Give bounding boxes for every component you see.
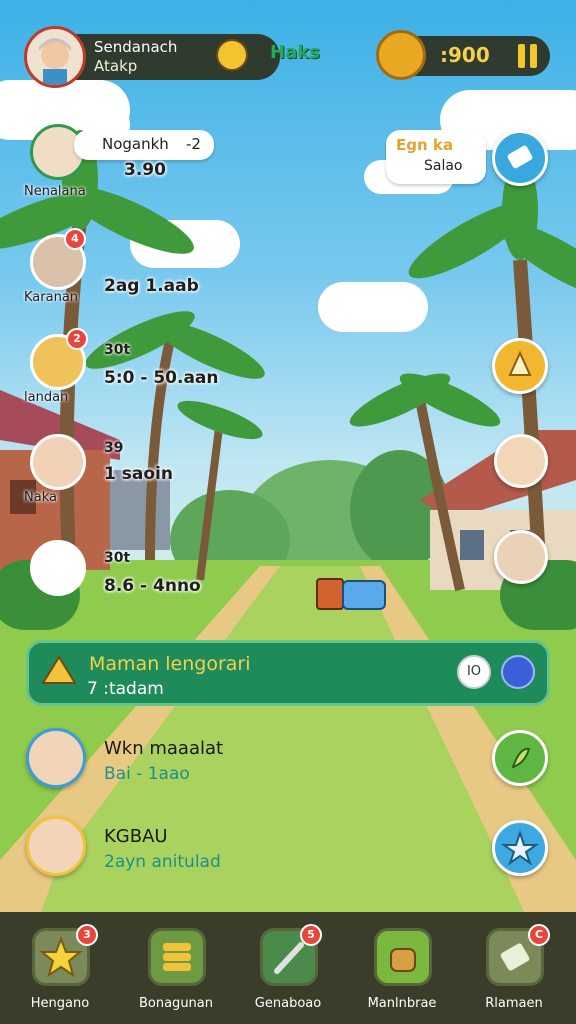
nav-label: Manlnbrae bbox=[367, 996, 437, 1011]
bell-button[interactable] bbox=[492, 338, 548, 394]
player-card: Nogankh -2 bbox=[74, 130, 214, 160]
notification-badge: 3 bbox=[76, 924, 98, 946]
friend-sub: Bai - 1aao bbox=[104, 764, 190, 784]
player-score: 3.90 bbox=[124, 160, 166, 180]
player-entry[interactable]: Nogankh -2 3.90 Nenalana bbox=[24, 124, 254, 204]
profile-avatar[interactable] bbox=[24, 26, 86, 88]
nav-item-genaboao[interactable]: 5 Genaboao bbox=[238, 924, 338, 1020]
bell-icon bbox=[508, 350, 532, 376]
supply-cart[interactable] bbox=[316, 572, 388, 612]
quest-title: Maman lengorari bbox=[89, 653, 251, 675]
favorite-button[interactable] bbox=[492, 820, 548, 876]
coins-icon bbox=[148, 928, 206, 986]
player-score: 2ag 1.aab bbox=[104, 276, 199, 296]
player-score: 5:0 - 50.aan bbox=[104, 368, 219, 388]
nav-label: Hengano bbox=[30, 996, 90, 1011]
quest-subtitle: 7 :tadam bbox=[87, 679, 164, 699]
face-icon[interactable] bbox=[216, 39, 248, 71]
friend-name: KGBAU bbox=[104, 826, 168, 847]
neighbor-avatar[interactable] bbox=[494, 530, 548, 584]
player-top-value: 30t bbox=[104, 550, 131, 566]
nav-item-manlnbrae[interactable]: Manlnbrae bbox=[352, 924, 452, 1020]
player-card-value: -2 bbox=[186, 135, 201, 153]
player-avatar[interactable] bbox=[30, 434, 86, 490]
ticket-icon bbox=[507, 145, 533, 169]
profile-panel[interactable]: Sendanach Atakp bbox=[24, 26, 280, 88]
friend-row[interactable]: Wkn maaalat Bai - 1aao bbox=[26, 728, 286, 794]
notification-badge: 4 bbox=[64, 228, 86, 250]
profile-name: Sendanach bbox=[94, 38, 178, 56]
star-icon bbox=[500, 829, 540, 866]
player-name: landan bbox=[24, 390, 69, 405]
nav-item-bonagunan[interactable]: Bonagunan bbox=[126, 924, 226, 1020]
plant-icon bbox=[511, 747, 531, 769]
nav-item-rlamaen[interactable]: C Rlamaen bbox=[464, 924, 564, 1020]
player-name: Karanan bbox=[24, 290, 79, 305]
pause-icon bbox=[530, 44, 537, 68]
player-entry[interactable]: 4 2ag 1.aab Karanan bbox=[24, 228, 254, 314]
nav-label: Genaboao bbox=[254, 996, 322, 1011]
player-entry[interactable]: 39 1 saoin Naka bbox=[24, 434, 254, 514]
friend-avatar[interactable] bbox=[26, 728, 86, 788]
notification-badge: C bbox=[528, 924, 550, 946]
globe-icon[interactable] bbox=[501, 655, 535, 689]
tag-link[interactable]: Haks bbox=[270, 42, 320, 63]
ticket-button[interactable] bbox=[492, 130, 548, 186]
friend-sub: 2ayn anitulad bbox=[104, 852, 221, 872]
player-top-value: 39 bbox=[104, 440, 124, 456]
speech-bubble: Egn ka Salao bbox=[386, 130, 486, 184]
bag-icon bbox=[374, 928, 432, 986]
neighbor-avatar[interactable] bbox=[494, 434, 548, 488]
player-score: 8.6 - 4nno bbox=[104, 576, 201, 596]
friend-name: Wkn maaalat bbox=[104, 738, 224, 759]
profile-subtitle: Atakp bbox=[94, 57, 138, 75]
friend-row[interactable]: KGBAU 2ayn anitulad bbox=[26, 816, 286, 882]
notification-badge: 5 bbox=[300, 924, 322, 946]
speech-line-1: Egn ka bbox=[396, 136, 453, 154]
player-name: Naka bbox=[24, 490, 57, 505]
nav-item-hengano[interactable]: 3 Hengano bbox=[10, 924, 110, 1020]
notification-badge: 2 bbox=[66, 328, 88, 350]
nav-label: Bonagunan bbox=[138, 996, 213, 1011]
currency-display: :900 bbox=[376, 30, 550, 80]
player-avatar[interactable] bbox=[30, 540, 86, 596]
gold-coin-icon bbox=[376, 30, 426, 80]
profile-text: Sendanach Atakp bbox=[94, 38, 177, 76]
nav-label: Rlamaen bbox=[485, 996, 543, 1011]
pause-icon bbox=[518, 44, 525, 68]
quest-icon bbox=[41, 655, 77, 684]
player-entry[interactable]: 30t 8.6 - 4nno bbox=[24, 540, 254, 620]
player-entry[interactable]: 2 30t 5:0 - 50.aan landan bbox=[24, 328, 254, 414]
currency-amount: :900 bbox=[440, 43, 490, 67]
bottom-nav: 3 Hengano Bonagunan 5 Genaboao Manlnbrae… bbox=[0, 912, 576, 1024]
friend-avatar[interactable] bbox=[26, 816, 86, 876]
quest-badge-label: IO bbox=[466, 664, 482, 679]
player-top-value: 30t bbox=[104, 342, 131, 358]
pause-button[interactable] bbox=[516, 44, 540, 68]
player-name: Nenalana bbox=[24, 184, 86, 199]
quest-badge[interactable]: IO bbox=[457, 655, 491, 689]
player-card-label: Nogankh bbox=[102, 135, 169, 153]
player-score: 1 saoin bbox=[104, 464, 173, 484]
quest-banner[interactable]: Maman lengorari 7 :tadam IO bbox=[26, 640, 550, 706]
plant-button[interactable] bbox=[492, 730, 548, 786]
speech-line-2: Salao bbox=[424, 158, 463, 174]
